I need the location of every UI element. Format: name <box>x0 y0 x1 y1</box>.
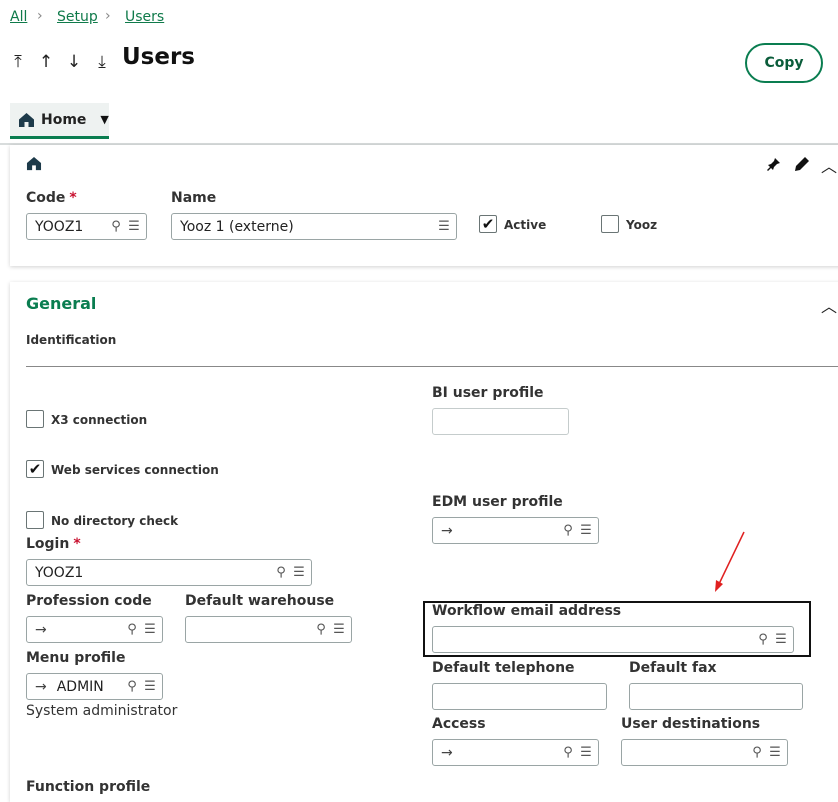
x3-connection-checkbox[interactable] <box>26 410 44 428</box>
menu-profile-label: Menu profile <box>26 650 126 666</box>
arrow-right-icon[interactable]: → <box>441 745 453 761</box>
menu-icon[interactable]: ☰ <box>144 622 156 637</box>
caret-down-icon[interactable]: ▼ <box>100 113 108 126</box>
previous-record-icon[interactable]: ↑ <box>38 52 54 72</box>
search-icon[interactable]: ⚲ <box>110 219 122 234</box>
menu-icon[interactable]: ☰ <box>333 622 345 637</box>
access-label: Access <box>432 716 486 732</box>
login-value: YOOZ1 <box>35 564 84 581</box>
page-title: Users <box>122 44 195 70</box>
section-divider <box>26 366 838 367</box>
edm-user-profile-label: EDM user profile <box>432 494 563 510</box>
bi-user-profile-field[interactable] <box>432 408 569 435</box>
arrow-right-icon[interactable]: → <box>35 679 47 695</box>
web-services-label: Web services connection <box>51 463 219 477</box>
tab-home-label: Home <box>41 111 87 128</box>
workflow-email-field[interactable]: ⚲ ☰ <box>432 626 794 653</box>
next-record-icon[interactable]: ↓ <box>66 52 82 72</box>
default-telephone-label: Default telephone <box>432 660 575 676</box>
header-card <box>10 145 838 266</box>
menu-icon[interactable]: ☰ <box>128 219 140 234</box>
arrow-right-icon[interactable]: → <box>35 622 47 638</box>
breadcrumb-setup[interactable]: Setup <box>57 9 98 25</box>
pin-icon[interactable] <box>766 156 782 172</box>
check-icon: ✔ <box>28 459 42 478</box>
active-label: Active <box>504 218 547 232</box>
menu-profile-value: ADMIN <box>56 678 104 695</box>
menu-icon[interactable]: ☰ <box>769 745 781 760</box>
tab-home[interactable]: Home ▼ <box>10 103 109 139</box>
search-icon[interactable]: ⚲ <box>126 679 138 694</box>
menu-profile-field[interactable]: → ADMIN ⚲ ☰ <box>26 673 163 700</box>
default-telephone-field[interactable] <box>432 683 607 710</box>
workflow-email-label: Workflow email address <box>432 603 622 619</box>
edit-pencil-icon[interactable] <box>794 156 810 172</box>
edm-user-profile-field[interactable]: → ⚲ ☰ <box>432 517 599 544</box>
default-fax-field[interactable] <box>629 683 803 710</box>
profession-code-field[interactable]: → ⚲ ☰ <box>26 616 163 643</box>
x3-connection-label: X3 connection <box>51 413 148 427</box>
menu-icon[interactable]: ☰ <box>580 745 592 760</box>
code-field[interactable]: YOOZ1 ⚲ ☰ <box>26 213 147 240</box>
access-field[interactable]: → ⚲ ☰ <box>432 739 599 766</box>
search-icon[interactable]: ⚲ <box>562 745 574 760</box>
default-warehouse-label: Default warehouse <box>185 593 335 609</box>
search-icon[interactable]: ⚲ <box>751 745 763 760</box>
login-label: Login * <box>26 536 81 552</box>
search-icon[interactable]: ⚲ <box>562 523 574 538</box>
general-section-title: General <box>26 294 97 313</box>
search-icon[interactable]: ⚲ <box>757 632 769 647</box>
menu-icon[interactable]: ☰ <box>293 565 305 580</box>
menu-icon[interactable]: ☰ <box>580 523 592 538</box>
name-value: Yooz 1 (externe) <box>180 218 294 235</box>
user-destinations-field[interactable]: ⚲ ☰ <box>621 739 788 766</box>
code-value: YOOZ1 <box>35 218 84 235</box>
login-field[interactable]: YOOZ1 ⚲ ☰ <box>26 559 312 586</box>
yooz-label: Yooz <box>626 218 658 232</box>
first-record-icon[interactable]: ⤒ <box>10 52 26 72</box>
last-record-icon[interactable]: ⤓ <box>94 52 110 72</box>
no-directory-checkbox[interactable] <box>26 511 44 529</box>
breadcrumb-separator-icon: › <box>37 8 43 24</box>
breadcrumb-users[interactable]: Users <box>125 9 164 25</box>
home-icon <box>19 112 34 127</box>
name-label: Name <box>171 190 217 206</box>
no-directory-label: No directory check <box>51 514 179 528</box>
check-icon: ✔ <box>481 214 495 233</box>
active-checkbox[interactable]: ✔ <box>479 215 497 233</box>
web-services-checkbox[interactable]: ✔ <box>26 460 44 478</box>
code-label: Code * <box>26 190 77 206</box>
function-profile-label: Function profile <box>26 779 151 795</box>
annotation-arrow-icon <box>715 531 745 592</box>
default-fax-label: Default fax <box>629 660 717 676</box>
collapse-chevron-icon[interactable]: ︿ <box>821 153 837 177</box>
identification-label: Identification <box>26 333 117 347</box>
user-destinations-label: User destinations <box>621 716 761 732</box>
menu-icon[interactable]: ☰ <box>438 219 450 234</box>
collapse-chevron-icon[interactable]: ︿ <box>821 293 837 317</box>
search-icon[interactable]: ⚲ <box>275 565 287 580</box>
yooz-checkbox[interactable] <box>601 215 619 233</box>
menu-profile-description: System administrator <box>26 703 178 719</box>
name-field[interactable]: Yooz 1 (externe) ☰ <box>171 213 457 240</box>
search-icon[interactable]: ⚲ <box>126 622 138 637</box>
home-icon <box>26 156 42 171</box>
search-icon[interactable]: ⚲ <box>315 622 327 637</box>
bi-user-profile-label: BI user profile <box>432 385 544 401</box>
default-warehouse-field[interactable]: ⚲ ☰ <box>185 616 352 643</box>
profession-code-label: Profession code <box>26 593 152 609</box>
breadcrumb-separator-icon: › <box>105 8 111 24</box>
arrow-right-icon[interactable]: → <box>441 523 453 539</box>
breadcrumb-all[interactable]: All <box>10 9 27 25</box>
menu-icon[interactable]: ☰ <box>775 632 787 647</box>
menu-icon[interactable]: ☰ <box>144 679 156 694</box>
copy-button[interactable]: Copy <box>745 43 823 83</box>
